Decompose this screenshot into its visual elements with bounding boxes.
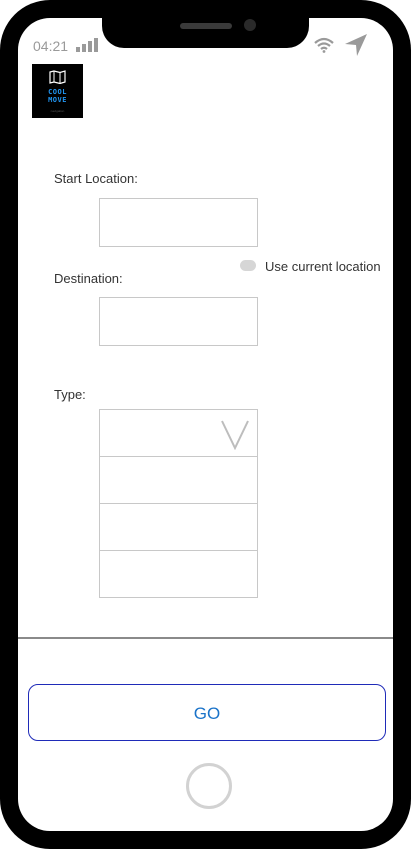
destination-input[interactable] (99, 297, 258, 346)
screen: 04:21 COOL MOVE navigation Start Locatio… (18, 18, 393, 831)
notch (102, 18, 309, 48)
phone-frame: 04:21 COOL MOVE navigation Start Locatio… (0, 0, 411, 849)
start-location-label: Start Location: (54, 171, 138, 186)
logo-word-move: MOVE (48, 96, 67, 104)
logo-word-cool: COOL (48, 88, 67, 96)
map-icon (49, 70, 66, 84)
chevron-down-icon[interactable] (221, 420, 249, 450)
speaker (180, 23, 232, 29)
app-logo: COOL MOVE navigation (32, 64, 83, 118)
divider (18, 637, 393, 639)
signal-icon (76, 38, 102, 52)
status-time: 04:21 (33, 38, 69, 54)
current-location-toggle[interactable] (240, 260, 256, 271)
destination-label: Destination: (54, 271, 123, 286)
wifi-icon (314, 37, 334, 53)
current-location-label: Use current location (265, 259, 381, 274)
type-option[interactable] (99, 503, 258, 551)
type-label: Type: (54, 387, 86, 402)
type-option[interactable] (99, 456, 258, 504)
home-button[interactable] (186, 763, 232, 809)
type-option[interactable] (99, 550, 258, 598)
type-option[interactable] (99, 409, 258, 457)
start-location-input[interactable] (99, 198, 258, 247)
navigation-arrow-icon (345, 34, 367, 56)
type-select[interactable] (99, 409, 258, 598)
camera (244, 19, 256, 31)
go-button[interactable]: GO (28, 684, 386, 741)
logo-tagline: navigation (50, 109, 65, 113)
